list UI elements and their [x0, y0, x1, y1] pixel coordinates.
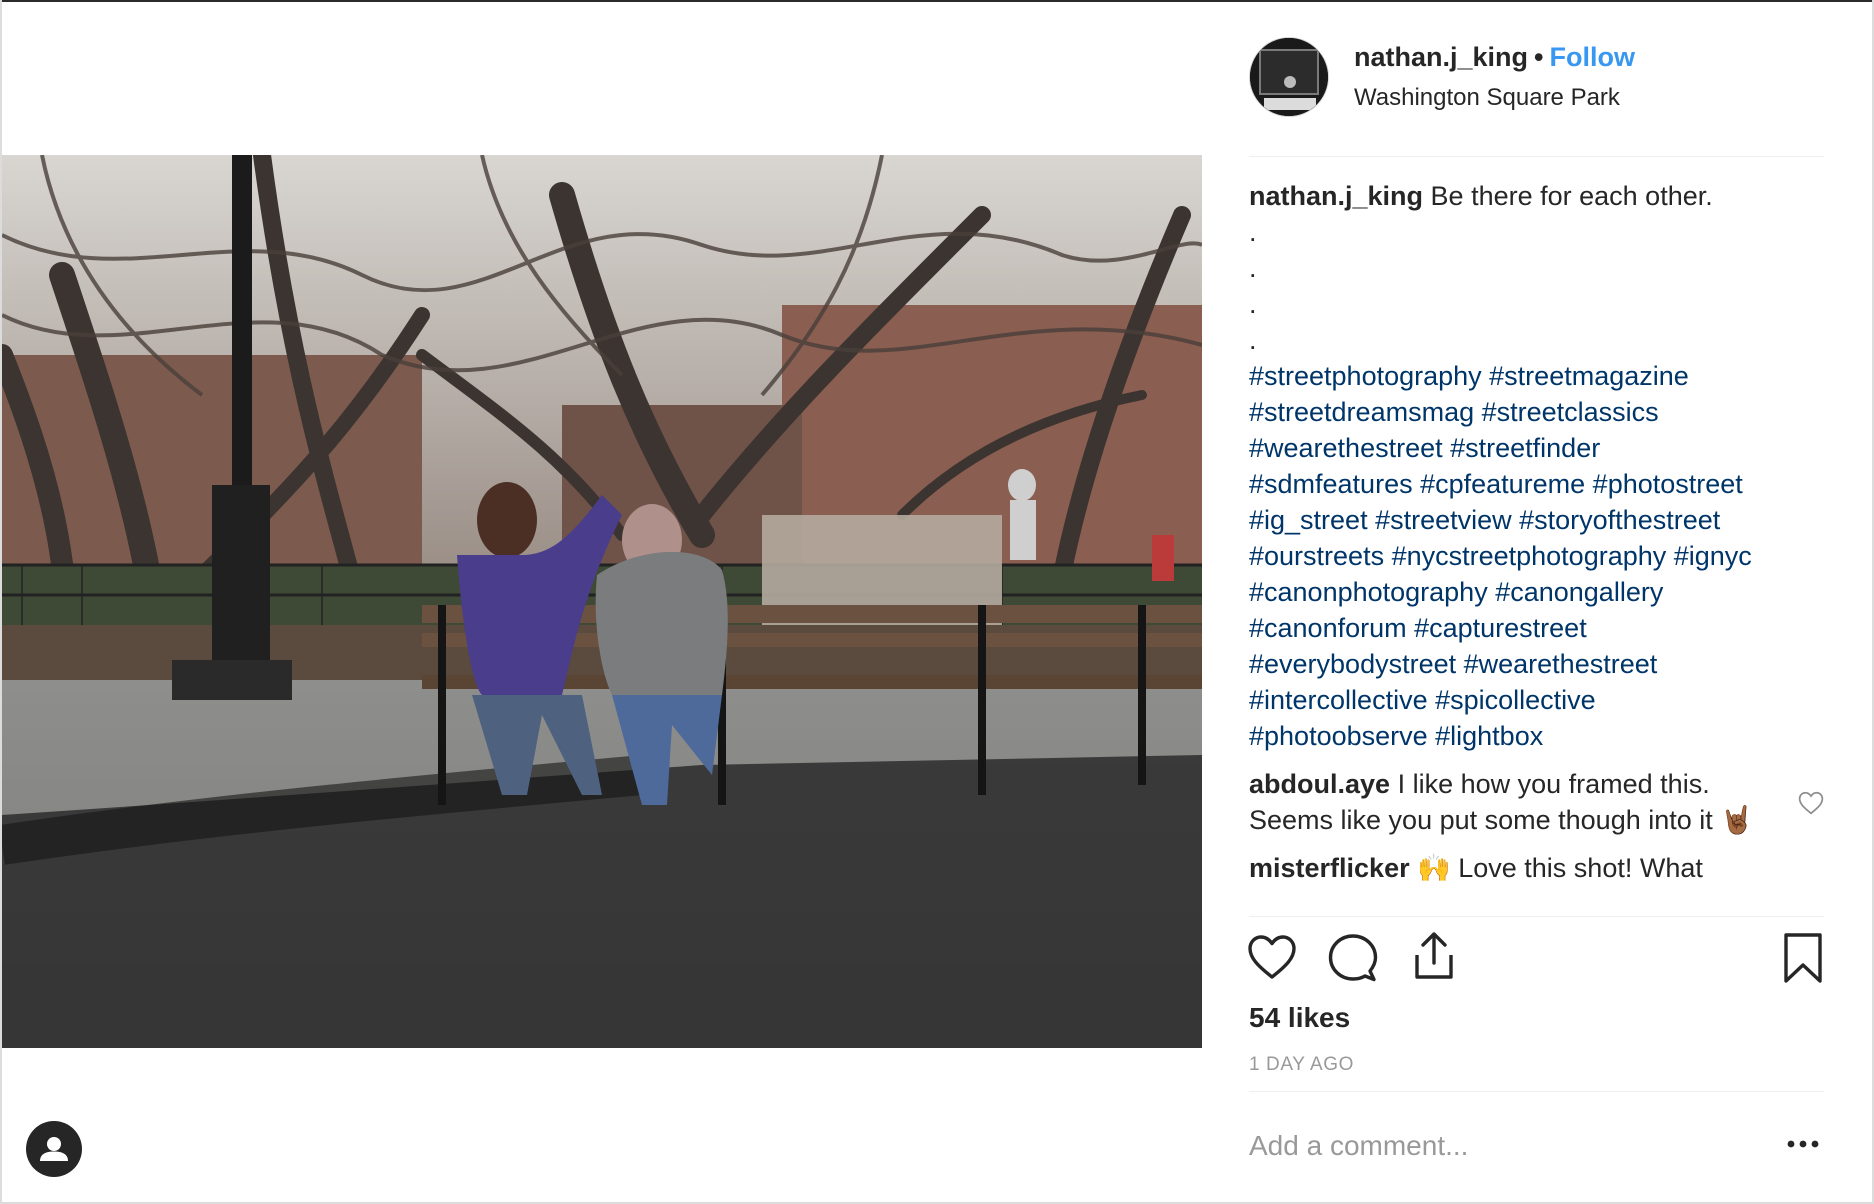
hashtag-line[interactable]: #wearethestreet #streetfinder	[1249, 430, 1824, 466]
caption-dot: .	[1249, 217, 1257, 247]
share-icon[interactable]	[1409, 931, 1459, 981]
header-divider	[1249, 156, 1824, 157]
hashtag-line[interactable]: #photoobserve #lightbox	[1249, 718, 1824, 754]
hashtag-line[interactable]: #everybodystreet #wearethestreet	[1249, 646, 1824, 682]
hashtag-line[interactable]: #canonphotography #canongallery	[1249, 574, 1824, 610]
user-icon	[40, 1137, 68, 1161]
hashtag-line[interactable]: #ig_street #streetview #storyofthestreet	[1249, 502, 1824, 538]
more-options-icon[interactable]	[1786, 1136, 1820, 1152]
avatar-image	[1250, 38, 1328, 116]
account-button[interactable]	[26, 1121, 82, 1177]
caption-dot: .	[1249, 289, 1257, 319]
footer-divider	[1249, 1091, 1824, 1092]
author-header: nathan.j_king • Follow	[1354, 42, 1635, 73]
separator-dot: •	[1534, 42, 1544, 72]
post-photo-illustration	[2, 155, 1202, 1048]
post-photo[interactable]	[2, 155, 1202, 1048]
likes-count[interactable]: 54 likes	[1249, 1002, 1350, 1034]
hashtag-line[interactable]: #canonforum #capturestreet	[1249, 610, 1824, 646]
window-top-edge	[0, 0, 1874, 2]
caption-dot: .	[1249, 325, 1257, 355]
hashtag-line[interactable]: #sdmfeatures #cpfeatureme #photostreet	[1249, 466, 1824, 502]
comment-username[interactable]: abdoul.aye	[1249, 769, 1390, 799]
post-timestamp[interactable]: 1 DAY AGO	[1249, 1054, 1354, 1076]
comments-divider	[1249, 916, 1824, 917]
follow-button[interactable]: Follow	[1549, 42, 1634, 72]
comment-like-heart-icon[interactable]	[1798, 791, 1824, 815]
comment-item: abdoul.aye I like how you framed this. S…	[1249, 766, 1824, 838]
hashtag-line[interactable]: #streetphotography #streetmagazine	[1249, 358, 1824, 394]
bookmark-icon[interactable]	[1778, 933, 1828, 983]
comment-item: misterflicker 🙌 Love this shot! What	[1249, 850, 1824, 886]
author-username[interactable]: nathan.j_king	[1354, 42, 1528, 72]
comment-text: 🙌 Love this shot! What	[1417, 853, 1703, 883]
hashtag-line[interactable]: #streetdreamsmag #streetclassics	[1249, 394, 1824, 430]
add-comment-input[interactable]	[1249, 1124, 1749, 1168]
caption-dot: .	[1249, 253, 1257, 283]
caption-username[interactable]: nathan.j_king	[1249, 181, 1423, 211]
comment-username[interactable]: misterflicker	[1249, 853, 1410, 883]
hashtag-line[interactable]: #ourstreets #nycstreetphotography #ignyc	[1249, 538, 1824, 574]
comment-icon[interactable]	[1328, 933, 1378, 983]
comments-list[interactable]: nathan.j_king Be there for each other. .…	[1249, 178, 1824, 916]
post-location[interactable]: Washington Square Park	[1354, 84, 1620, 112]
caption-text: Be there for each other.	[1430, 181, 1713, 211]
author-avatar[interactable]	[1249, 37, 1329, 117]
hashtag-line[interactable]: #intercollective #spicollective	[1249, 682, 1824, 718]
hashtags: #streetphotography #streetmagazine #stre…	[1249, 358, 1824, 754]
heart-icon[interactable]	[1247, 933, 1297, 983]
caption: nathan.j_king Be there for each other.	[1249, 178, 1824, 214]
